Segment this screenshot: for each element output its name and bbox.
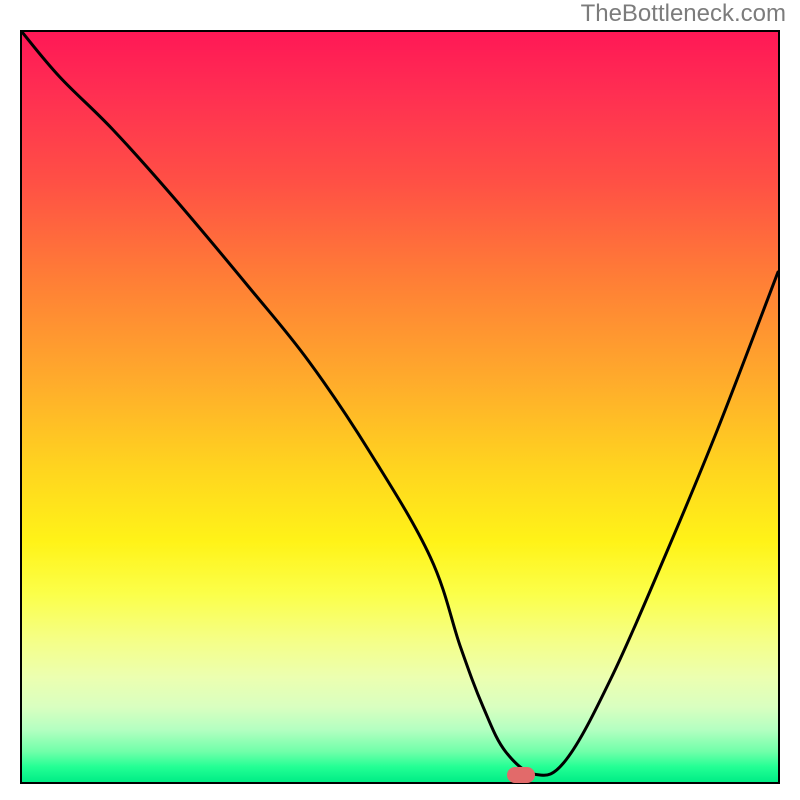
watermark-text: TheBottleneck.com [581, 0, 786, 28]
optimal-point-marker [507, 767, 535, 783]
plot-area [20, 30, 780, 784]
chart-container: TheBottleneck.com [0, 0, 800, 800]
bottleneck-curve [22, 32, 778, 782]
